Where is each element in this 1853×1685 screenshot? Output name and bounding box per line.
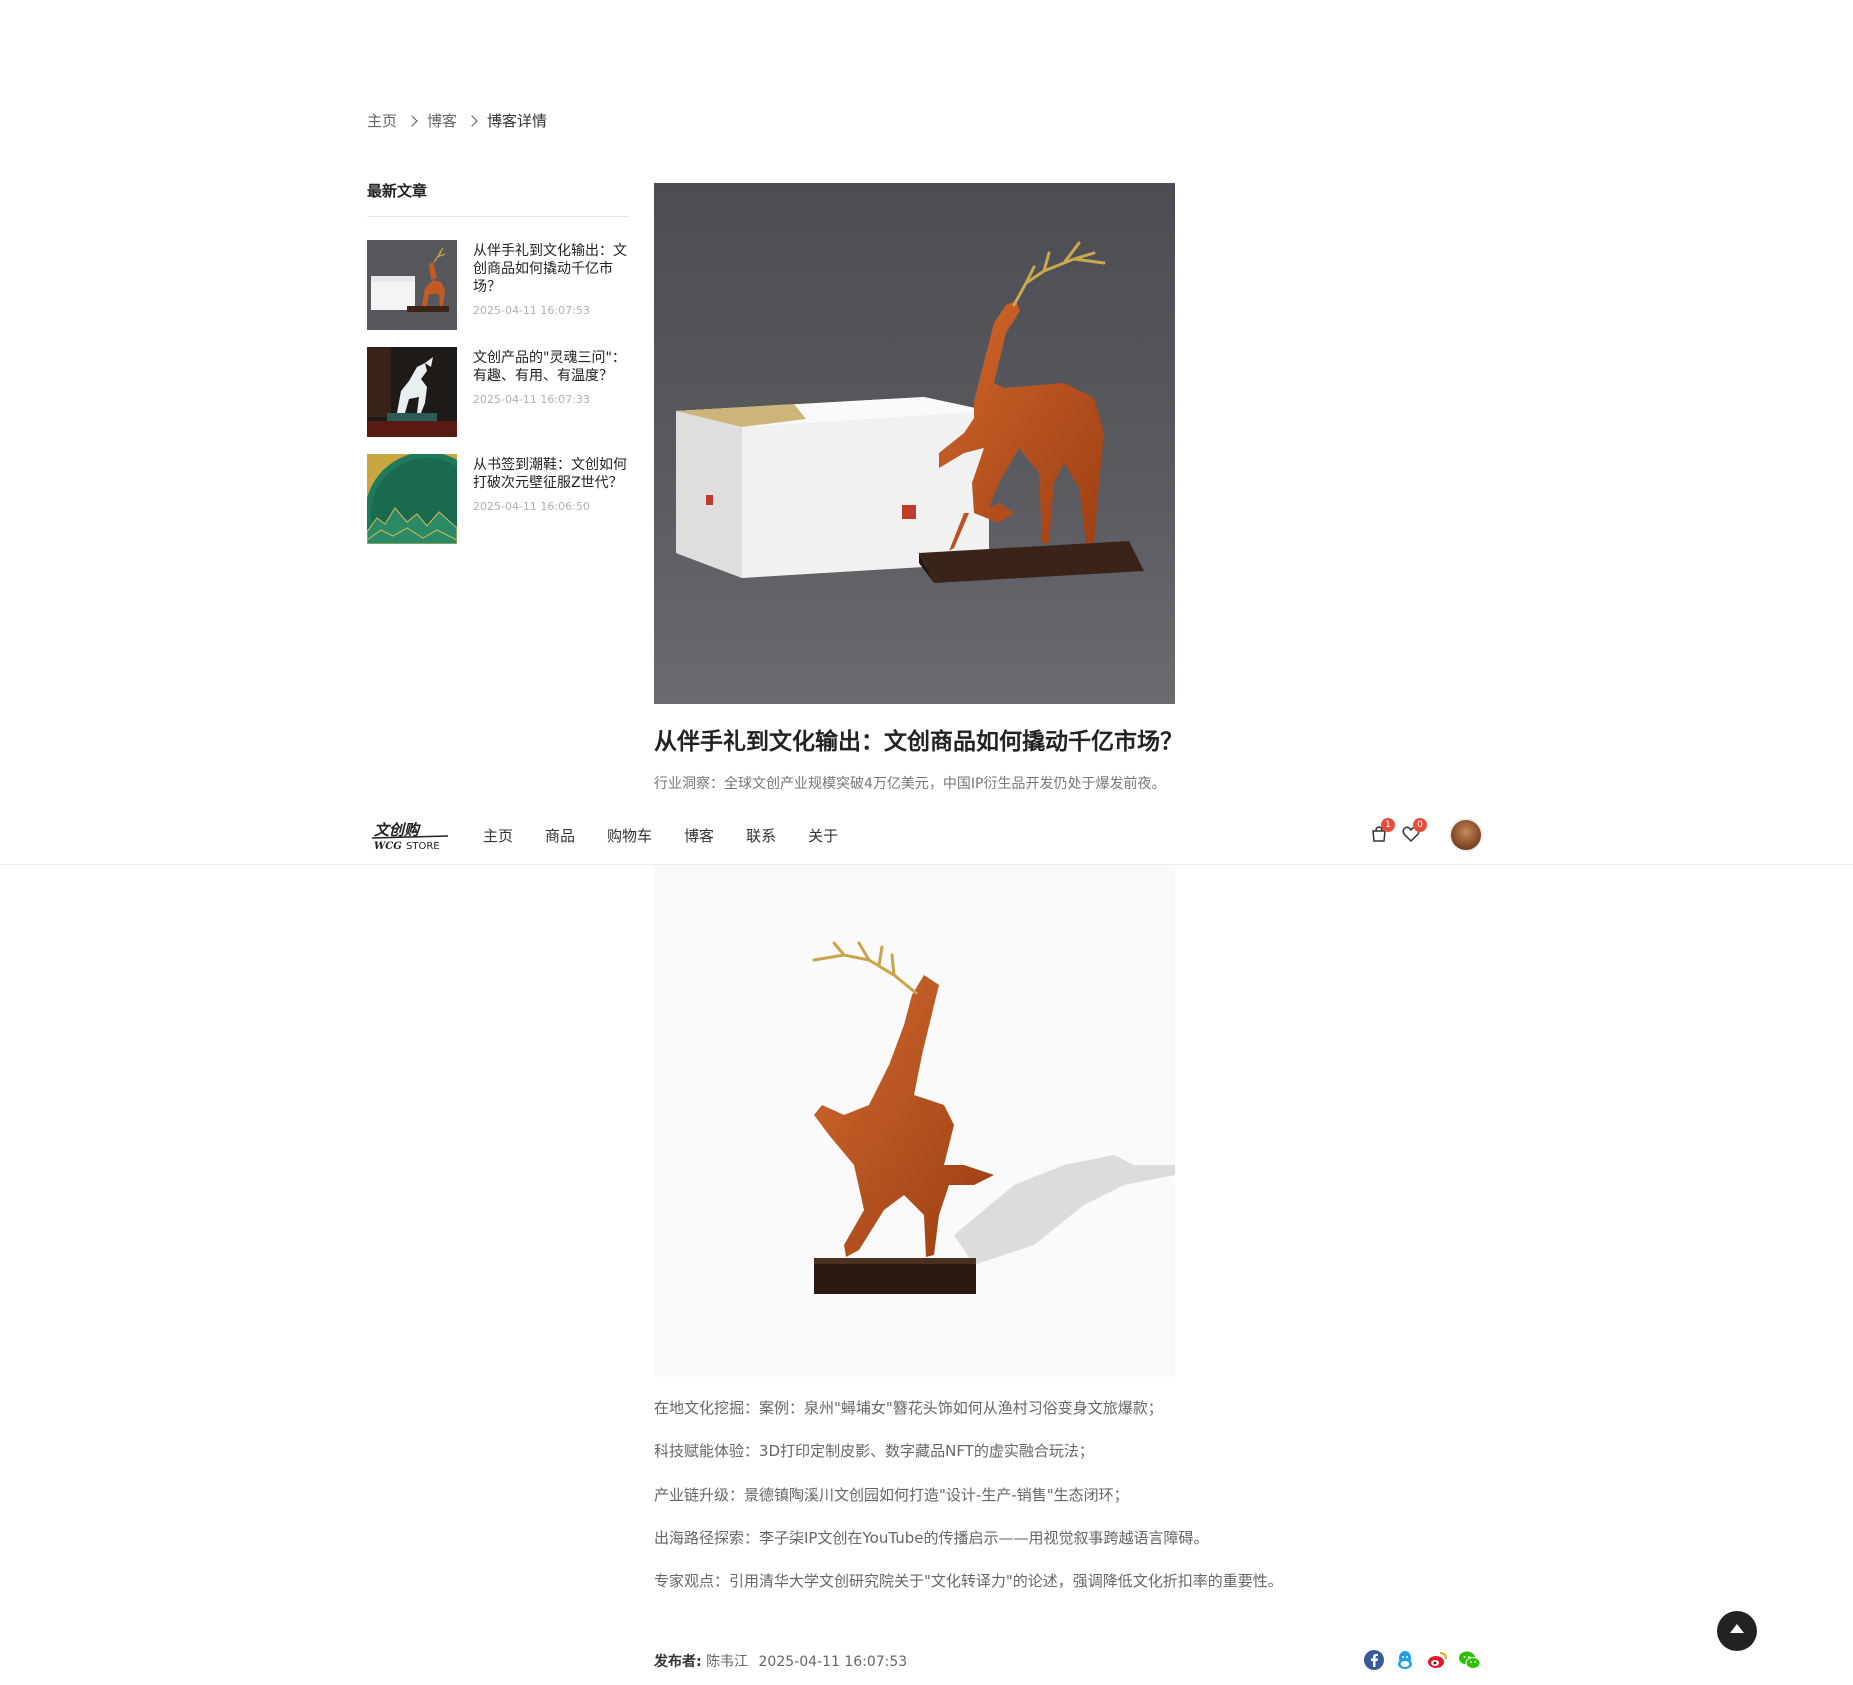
nav-contact[interactable]: 联系 <box>746 825 776 846</box>
post-title[interactable]: 文创产品的"灵魂三问"：有趣、有用、有温度？ <box>473 349 629 385</box>
post-title[interactable]: 从伴手礼到文化输出：文创商品如何撬动千亿市场？ <box>473 242 629 296</box>
svg-text:WCG: WCG <box>374 841 402 852</box>
nav-home[interactable]: 主页 <box>483 825 513 846</box>
weibo-icon[interactable] <box>1426 1649 1448 1671</box>
store-logo[interactable]: 文创购 WCG STORE <box>370 820 452 852</box>
breadcrumb-home[interactable]: 主页 <box>367 110 397 131</box>
post-thumbnail[interactable] <box>367 240 457 330</box>
breadcrumb: 主页 博客 博客详情 <box>367 110 547 131</box>
publisher-label: 发布者: <box>654 1654 702 1670</box>
nav-products[interactable]: 商品 <box>545 825 575 846</box>
shopping-bag-icon[interactable]: 1 <box>1369 818 1395 846</box>
post-date: 2025-04-11 16:06:50 <box>473 500 590 513</box>
article-paragraph: 出海路径探索：李子柒IP文创在YouTube的传播启示——用视觉叙事跨越语言障碍… <box>654 1529 1209 1547</box>
nav-about[interactable]: 关于 <box>808 825 838 846</box>
qq-icon[interactable] <box>1394 1649 1416 1671</box>
article-subtitle: 行业洞察：全球文创产业规模突破4万亿美元，中国IP衍生品开发仍处于爆发前夜。 <box>654 776 1166 792</box>
user-avatar[interactable] <box>1449 818 1483 852</box>
nav-blog[interactable]: 博客 <box>684 825 714 846</box>
article-paragraph: 在地文化挖掘：案例：泉州"蟳埔女"簪花头饰如何从渔村习俗变身文旅爆款； <box>654 1399 1163 1417</box>
latest-posts-sidebar: 最新文章 从伴手礼到文化输出：文创商品如何撬动千亿市场？ 2025-04-11 … <box>367 180 629 544</box>
facebook-icon[interactable] <box>1363 1649 1385 1671</box>
article-paragraph: 科技赋能体验：3D打印定制皮影、数字藏品NFT的虚实融合玩法； <box>654 1442 1094 1460</box>
heart-icon[interactable]: 0 <box>1401 818 1427 846</box>
chevron-right-icon <box>466 114 478 127</box>
article-paragraph: 专家观点：引用清华大学文创研究院关于"文化转译力"的论述，强调降低文化折扣率的重… <box>654 1572 1283 1590</box>
publisher-name[interactable]: 陈韦江 <box>706 1654 748 1670</box>
post-date: 2025-04-11 16:07:53 <box>473 304 590 317</box>
wishlist-count-badge: 0 <box>1413 818 1427 832</box>
breadcrumb-current: 博客详情 <box>487 112 548 130</box>
list-item[interactable]: 文创产品的"灵魂三问"：有趣、有用、有温度？ 2025-04-11 16:07:… <box>367 347 629 437</box>
sidebar-title: 最新文章 <box>367 180 629 217</box>
article-title: 从伴手礼到文化输出：文创商品如何撬动千亿市场？ <box>654 729 1183 755</box>
nav-cart[interactable]: 购物车 <box>607 825 652 846</box>
post-thumbnail[interactable] <box>367 347 457 437</box>
post-title[interactable]: 从书签到潮鞋：文创如何打破次元壁征服Z世代？ <box>473 456 629 492</box>
list-item[interactable]: 从书签到潮鞋：文创如何打破次元壁征服Z世代？ 2025-04-11 16:06:… <box>367 454 629 544</box>
cart-count-badge: 1 <box>1381 818 1395 832</box>
post-thumbnail[interactable] <box>367 454 457 544</box>
post-date: 2025-04-11 16:07:33 <box>473 393 590 406</box>
svg-text:STORE: STORE <box>406 841 440 852</box>
main-navbar: 文创购 WCG STORE 主页 商品 购物车 博客 联系 关于 1 0 <box>0 806 1853 865</box>
article-meta: 发布者: 陈韦江 2025-04-11 16:07:53 <box>654 1651 907 1671</box>
main-nav: 主页 商品 购物车 博客 联系 关于 <box>483 806 870 864</box>
article-hero-image <box>654 183 1175 704</box>
publish-date: 2025-04-11 16:07:53 <box>758 1654 908 1670</box>
back-to-top-button[interactable] <box>1717 1611 1757 1651</box>
article-image <box>654 865 1175 1377</box>
breadcrumb-blog[interactable]: 博客 <box>427 110 457 131</box>
wechat-icon[interactable] <box>1458 1649 1481 1671</box>
article-paragraph: 产业链升级：景德镇陶溪川文创园如何打造"设计-生产-销售"生态闭环； <box>654 1486 1129 1504</box>
chevron-right-icon <box>406 114 418 127</box>
list-item[interactable]: 从伴手礼到文化输出：文创商品如何撬动千亿市场？ 2025-04-11 16:07… <box>367 240 629 330</box>
